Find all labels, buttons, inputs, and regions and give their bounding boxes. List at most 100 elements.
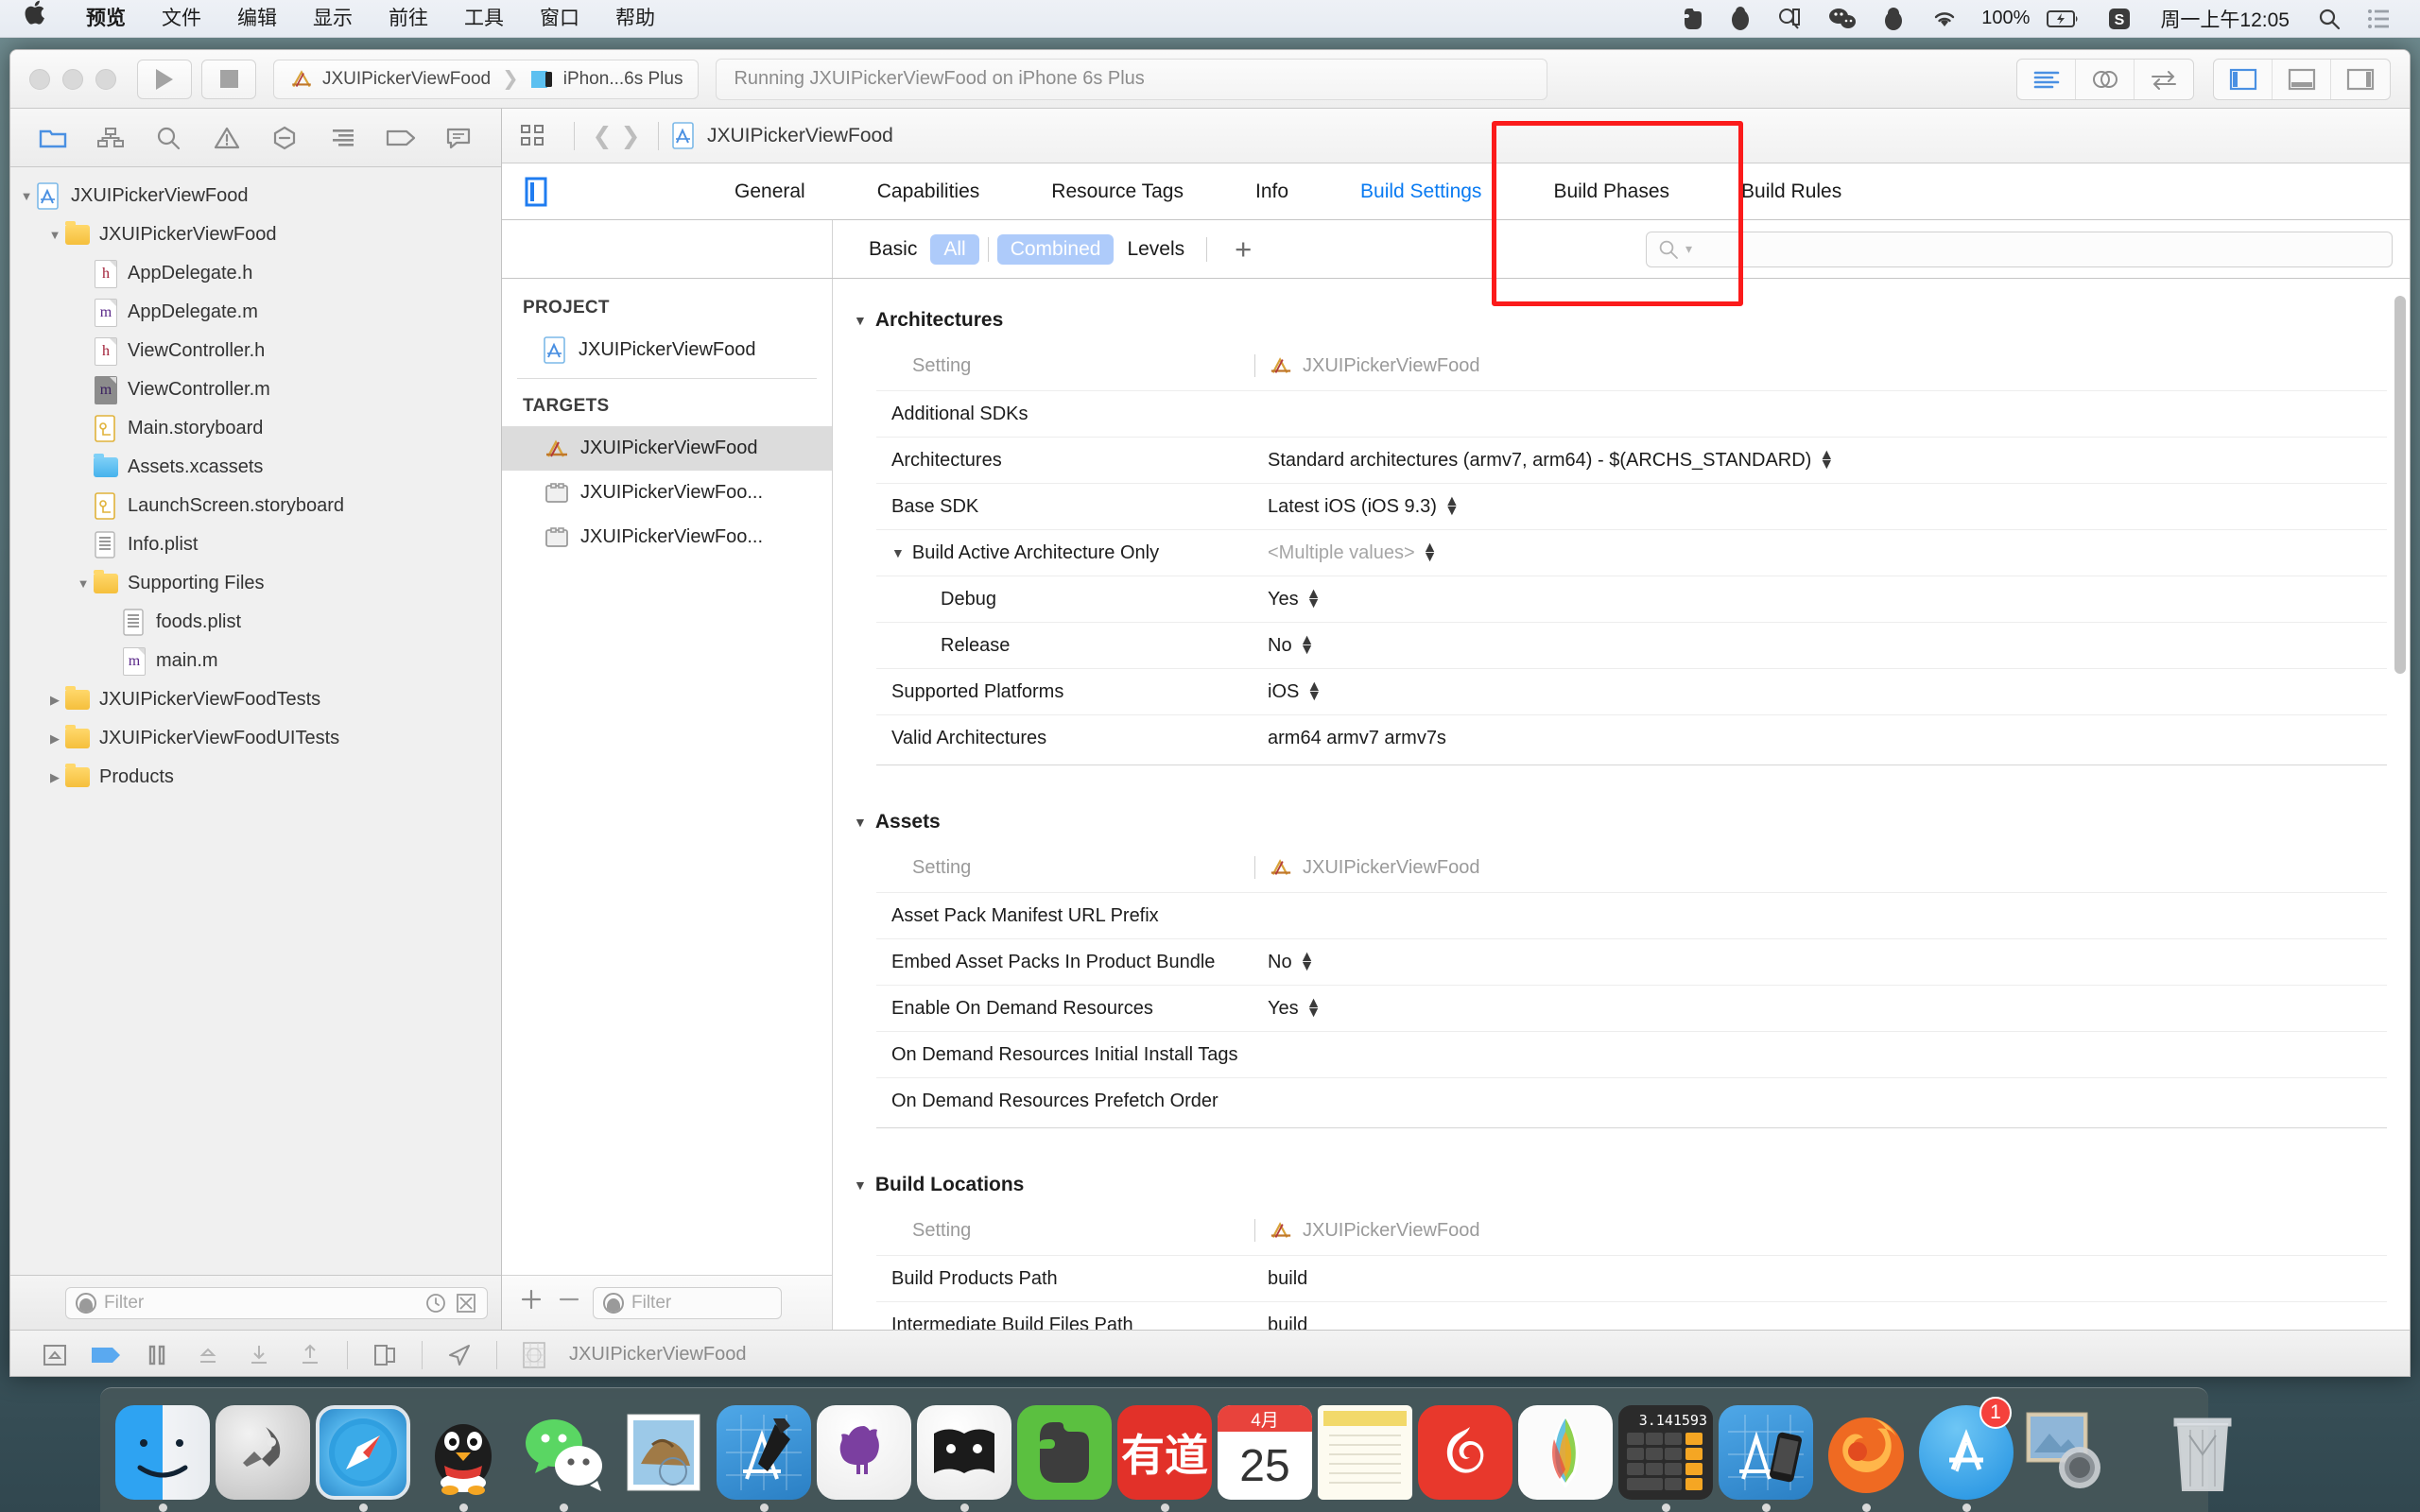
pause-icon[interactable]: [131, 1337, 182, 1373]
settings-row[interactable]: ▼ Build Active Architecture Only <Multiple…: [876, 529, 2387, 576]
setting-value-cell[interactable]: Yes ▲ ▼: [1254, 589, 2387, 610]
dock-item-calculator[interactable]: 3.141593: [1618, 1399, 1713, 1512]
setting-value-cell[interactable]: build: [1254, 1314, 2387, 1331]
menu-item-window[interactable]: 窗口: [522, 0, 597, 38]
menu-item-file[interactable]: 文件: [144, 0, 219, 38]
menu-item-edit[interactable]: 编辑: [219, 0, 295, 38]
toggle-debug-area-icon[interactable]: [2273, 59, 2331, 99]
setting-value-cell[interactable]: arm64 armv7 armv7s: [1254, 728, 2387, 749]
target-row-app[interactable]: JXUIPickerViewFood: [502, 426, 832, 471]
build-settings-table[interactable]: ▼ Architectures Setting JXUIPickerViewFood A…: [833, 279, 2410, 1330]
file-tree-row[interactable]: ▶mViewController.m: [10, 370, 501, 409]
section-disclosure-icon[interactable]: ▼: [854, 1177, 867, 1193]
tab-build-rules[interactable]: Build Rules: [1705, 180, 1877, 203]
disclosure-triangle-icon[interactable]: ▼: [44, 228, 65, 242]
step-into-icon[interactable]: [233, 1337, 285, 1373]
issue-navigator-icon[interactable]: [207, 118, 247, 158]
project-navigator-icon[interactable]: [33, 118, 73, 158]
settings-row[interactable]: Supported Platforms iOS ▲ ▼: [876, 668, 2387, 714]
stepper-icon[interactable]: ▲ ▼: [1306, 681, 1322, 703]
zoom-window-button[interactable]: [95, 68, 116, 90]
dock-item-firefox[interactable]: [1819, 1399, 1913, 1512]
stepper-icon[interactable]: ▲ ▼: [1819, 450, 1834, 472]
qq-status-icon[interactable]: [1870, 0, 1917, 38]
section-disclosure-icon[interactable]: ▼: [854, 313, 867, 328]
jumpbar-document[interactable]: JXUIPickerViewFood: [672, 121, 893, 150]
add-user-defined-setting-button[interactable]: +: [1216, 234, 1270, 264]
project-file-tree[interactable]: ▼ JXUIPickerViewFood ▼ JXUIPickerViewFood ▶ h…: [10, 167, 501, 1275]
project-editor-tabs[interactable]: General Capabilities Resource Tags Info Buil…: [699, 180, 1877, 203]
file-tree-row[interactable]: ▶mAppDelegate.m: [10, 293, 501, 332]
dock-item-evernote[interactable]: [1017, 1399, 1112, 1512]
settings-row[interactable]: Base SDK Latest iOS (iOS 9.3) ▲ ▼: [876, 483, 2387, 529]
target-row-tests[interactable]: JXUIPickerViewFoo...: [502, 471, 832, 515]
file-tree-row[interactable]: ▶hAppDelegate.h: [10, 254, 501, 293]
navigator-tab-bar[interactable]: [10, 109, 501, 167]
build-settings-search-input[interactable]: ▾: [1646, 231, 2393, 267]
dock-item-wechat[interactable]: [516, 1399, 611, 1512]
build-settings-scrollbar[interactable]: [2394, 296, 2406, 674]
settings-row[interactable]: Debug Yes ▲ ▼: [876, 576, 2387, 622]
settings-row[interactable]: Asset Pack Manifest URL Prefix: [876, 892, 2387, 938]
standard-editor-icon[interactable]: [2017, 59, 2076, 99]
dock-item-dash[interactable]: [917, 1399, 1011, 1512]
symbol-navigator-icon[interactable]: [91, 118, 130, 158]
settings-row[interactable]: Enable On Demand Resources Yes ▲ ▼: [876, 985, 2387, 1031]
clear-filter-icon[interactable]: [455, 1292, 477, 1314]
filter-all-button[interactable]: All: [930, 233, 979, 265]
close-window-button[interactable]: [29, 68, 50, 90]
menu-item-tools[interactable]: 工具: [446, 0, 522, 38]
settings-row[interactable]: Release No ▲ ▼: [876, 622, 2387, 668]
setting-value-cell[interactable]: build: [1254, 1268, 2387, 1290]
view-hierarchy-icon[interactable]: [359, 1337, 410, 1373]
file-tree-row[interactable]: ▶Info.plist: [10, 525, 501, 564]
sogou-input-icon[interactable]: S: [2094, 0, 2145, 38]
battery-charging-icon[interactable]: [2033, 0, 2094, 38]
file-tree-row[interactable]: ▶mmain.m: [10, 642, 501, 680]
menu-bar-clock[interactable]: 周一上午12:05: [2145, 5, 2305, 33]
filter-basic-button[interactable]: Basic: [856, 234, 930, 265]
panel-toggle-segments[interactable]: [2213, 58, 2391, 100]
dock-item-simulator[interactable]: [1719, 1399, 1813, 1512]
tab-build-settings[interactable]: Build Settings: [1324, 180, 1517, 203]
settings-row[interactable]: On Demand Resources Initial Install Tags: [876, 1031, 2387, 1077]
dock-item-preview[interactable]: [2019, 1399, 2114, 1512]
remove-target-icon[interactable]: [557, 1287, 581, 1319]
disclosure-triangle-icon[interactable]: ▼: [16, 189, 37, 203]
project-row-jxuipickerviewfood[interactable]: JXUIPickerViewFood: [502, 328, 832, 372]
file-tree-row[interactable]: ▶Assets.xcassets: [10, 448, 501, 487]
stepper-icon[interactable]: ▲ ▼: [1306, 589, 1322, 610]
settings-row[interactable]: Embed Asset Packs In Product Bundle No ▲ ▼: [876, 938, 2387, 985]
stop-button[interactable]: [201, 59, 256, 99]
dock-item-app-store[interactable]: 1: [1919, 1397, 2014, 1512]
forward-arrow-icon[interactable]: ❯: [616, 122, 645, 150]
wechat-status-icon[interactable]: [1815, 0, 1870, 38]
stepper-icon[interactable]: ▲ ▼: [1444, 496, 1460, 518]
setting-value-cell[interactable]: Standard architectures (armv7, arm64) - …: [1254, 450, 2387, 472]
wifi-icon[interactable]: [1917, 0, 1972, 38]
stepper-icon[interactable]: ▲ ▼: [1423, 542, 1438, 564]
report-navigator-icon[interactable]: [439, 118, 478, 158]
editor-mode-segments[interactable]: [2016, 58, 2194, 100]
menu-item-view[interactable]: 显示: [295, 0, 371, 38]
setting-value-cell[interactable]: Latest iOS (iOS 9.3) ▲ ▼: [1254, 496, 2387, 518]
file-tree-row[interactable]: ▶foods.plist: [10, 603, 501, 642]
youdao-dict-status-icon[interactable]: [1764, 0, 1815, 38]
disclosure-triangle-icon[interactable]: ▶: [44, 731, 65, 747]
filter-levels-button[interactable]: Levels: [1114, 234, 1198, 265]
qq-music-status-icon[interactable]: [1717, 0, 1764, 38]
run-button[interactable]: [137, 59, 192, 99]
file-tree-row[interactable]: ▶hViewController.h: [10, 332, 501, 370]
step-out-icon[interactable]: [285, 1337, 336, 1373]
dock-item-qq[interactable]: [416, 1399, 510, 1512]
stepper-icon[interactable]: ▲ ▼: [1306, 998, 1322, 1020]
assistant-editor-icon[interactable]: [2076, 59, 2135, 99]
file-tree-row[interactable]: ▶LaunchScreen.storyboard: [10, 487, 501, 525]
file-tree-row[interactable]: ▶Main.storyboard: [10, 409, 501, 448]
menu-item-go[interactable]: 前往: [371, 0, 446, 38]
version-editor-icon[interactable]: [2135, 60, 2193, 99]
show-hide-debug-icon[interactable]: [29, 1337, 80, 1373]
spotlight-search-icon[interactable]: [2305, 0, 2354, 38]
tab-capabilities[interactable]: Capabilities: [841, 180, 1016, 203]
dock-item-youdao[interactable]: 有道: [1117, 1399, 1212, 1512]
